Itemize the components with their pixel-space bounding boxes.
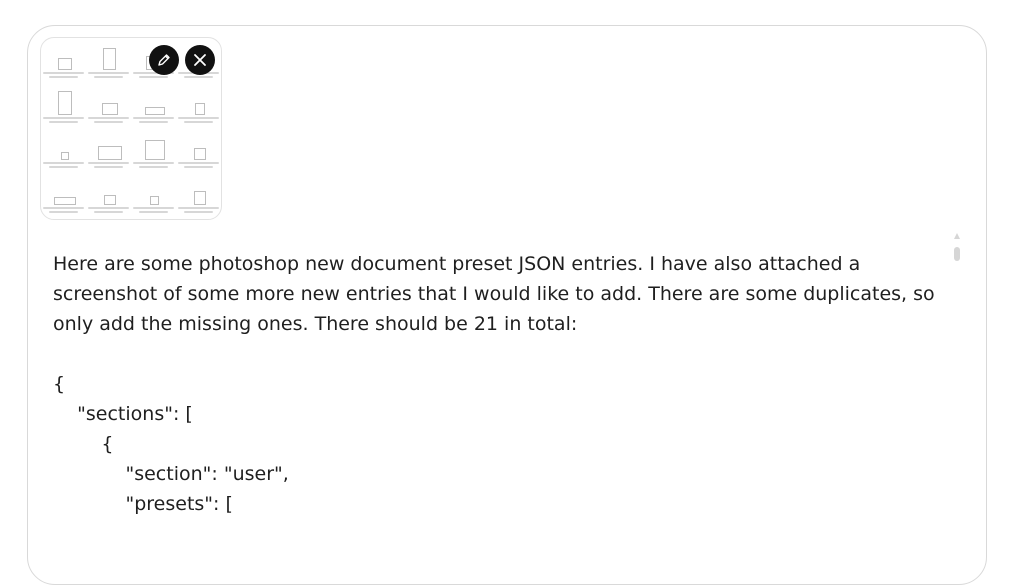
thumbnail-preset-preview (86, 173, 131, 218)
caption-line (94, 166, 123, 168)
caption-line (184, 121, 213, 123)
caption-line (178, 117, 219, 119)
caption-line (178, 207, 219, 209)
caption-line (139, 166, 168, 168)
caption-line (178, 162, 219, 164)
document-shape (58, 91, 72, 115)
caption-line (43, 117, 84, 119)
document-shape (194, 148, 206, 160)
caption-line (139, 211, 168, 213)
thumbnail-preset-preview (176, 83, 221, 128)
thumbnail-preset-preview (176, 128, 221, 173)
code-line: { (53, 373, 66, 395)
document-shape (103, 48, 116, 70)
thumbnail-preset-preview (41, 173, 86, 218)
document-shape (54, 197, 76, 205)
caption-line (88, 117, 129, 119)
caption-line (43, 207, 84, 209)
caption-line (88, 207, 129, 209)
scrollbar-thumb[interactable] (954, 233, 960, 261)
document-shape (195, 103, 205, 115)
caption-line (184, 166, 213, 168)
caption-line (94, 211, 123, 213)
caption-line (49, 121, 78, 123)
caption-line (49, 76, 78, 78)
code-line: "sections": [ (53, 403, 193, 425)
caption-line (88, 72, 129, 74)
thumbnail-preset-preview (86, 128, 131, 173)
close-icon (194, 54, 206, 66)
thumbnail-preset-preview (41, 38, 86, 83)
caption-line (133, 162, 174, 164)
pencil-icon (158, 54, 170, 66)
caption-line (133, 207, 174, 209)
caption-line (94, 121, 123, 123)
remove-attachment-button[interactable] (185, 45, 215, 75)
thumbnail-preset-preview (41, 128, 86, 173)
thumbnail-preset-preview (86, 38, 131, 83)
thumbnail-preset-preview (41, 83, 86, 128)
document-shape (150, 196, 159, 205)
code-line: "presets": [ (53, 493, 233, 515)
document-shape (98, 146, 122, 160)
document-shape (194, 191, 206, 205)
document-shape (104, 195, 116, 205)
thumbnail-preset-preview (131, 173, 176, 218)
caption-line (49, 166, 78, 168)
code-line: "section": "user", (53, 463, 289, 485)
caption-line (88, 162, 129, 164)
document-shape (145, 107, 165, 115)
thumbnail-preset-preview (176, 173, 221, 218)
caption-line (139, 76, 168, 78)
edit-attachment-button[interactable] (149, 45, 179, 75)
caption-line (184, 211, 213, 213)
caption-line (184, 76, 213, 78)
thumbnail-preset-preview (131, 83, 176, 128)
caption-line (49, 211, 78, 213)
message-text[interactable]: Here are some photoshop new document pre… (53, 249, 953, 519)
document-shape (61, 152, 69, 160)
document-shape (145, 140, 165, 160)
caption-line (43, 72, 84, 74)
caption-line (133, 117, 174, 119)
thumbnail-preset-preview (86, 83, 131, 128)
code-line: { (53, 433, 114, 455)
caption-line (94, 76, 123, 78)
thumbnail-preset-preview (131, 128, 176, 173)
message-paragraph: Here are some photoshop new document pre… (53, 253, 935, 335)
caption-line (43, 162, 84, 164)
document-shape (58, 58, 72, 70)
document-shape (102, 103, 118, 115)
json-code-block: { "sections": [ { "section": "user", "pr… (53, 369, 953, 519)
caption-line (139, 121, 168, 123)
